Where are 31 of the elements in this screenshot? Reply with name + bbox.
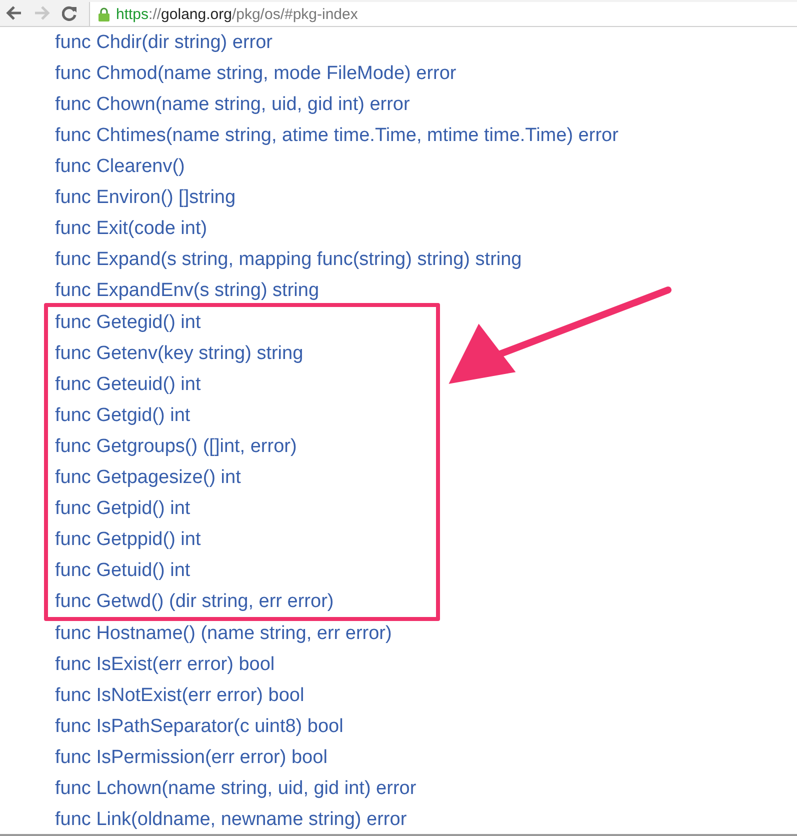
reload-icon[interactable] xyxy=(62,6,77,20)
function-link[interactable]: func IsPathSeparator(c uint8) bool xyxy=(55,716,344,738)
function-link[interactable]: func Clearenv() xyxy=(55,156,185,178)
function-link[interactable]: func Getuid() int xyxy=(55,560,190,582)
function-link[interactable]: func Link(oldname, newname string) error xyxy=(55,808,407,830)
function-link[interactable]: func Chtimes(name string, atime time.Time, mtime time.Time) error xyxy=(55,124,618,146)
function-link[interactable]: func Getwd() (dir string, err error) xyxy=(55,590,334,612)
url-text: https://golang.org/pkg/os/#pkg-index xyxy=(116,6,358,22)
function-link[interactable]: func Getenv(key string) string xyxy=(55,342,304,364)
function-link[interactable]: func Lchown(name string, uid, gid int) error xyxy=(55,778,416,800)
back-arrow-icon[interactable] xyxy=(6,6,22,20)
function-link[interactable]: func Getpagesize() int xyxy=(55,466,241,488)
function-link[interactable]: func Chmod(name string, mode FileMode) error xyxy=(55,62,456,84)
function-link[interactable]: func Expand(s string, mapping func(string) string) string xyxy=(55,248,522,270)
function-link[interactable]: func Environ() []string xyxy=(55,186,236,208)
function-link[interactable]: func Getppid() int xyxy=(55,528,201,550)
function-link[interactable]: func Chdir(dir string) error xyxy=(55,32,272,54)
function-link[interactable]: func Chown(name string, uid, gid int) error xyxy=(55,94,410,116)
function-link[interactable]: func Geteuid() int xyxy=(55,374,201,396)
address-field[interactable]: https://golang.org/pkg/os/#pkg-index xyxy=(89,2,797,26)
function-link[interactable]: func Getgid() int xyxy=(55,404,190,426)
function-link[interactable]: func IsNotExist(err error) bool xyxy=(55,684,304,706)
function-link[interactable]: func Getgroups() ([]int, error) xyxy=(55,436,297,458)
lock-icon xyxy=(98,6,110,22)
function-link[interactable]: func Exit(code int) xyxy=(55,218,208,240)
function-link[interactable]: func Getegid() int xyxy=(55,312,201,334)
function-link[interactable]: func IsExist(err error) bool xyxy=(55,654,275,676)
function-link[interactable]: func IsPermission(err error) bool xyxy=(55,746,328,768)
function-link[interactable]: func ExpandEnv(s string) string xyxy=(55,280,320,302)
function-link[interactable]: func Hostname() (name string, err error) xyxy=(55,622,392,644)
function-link[interactable]: func Getpid() int xyxy=(55,498,190,520)
